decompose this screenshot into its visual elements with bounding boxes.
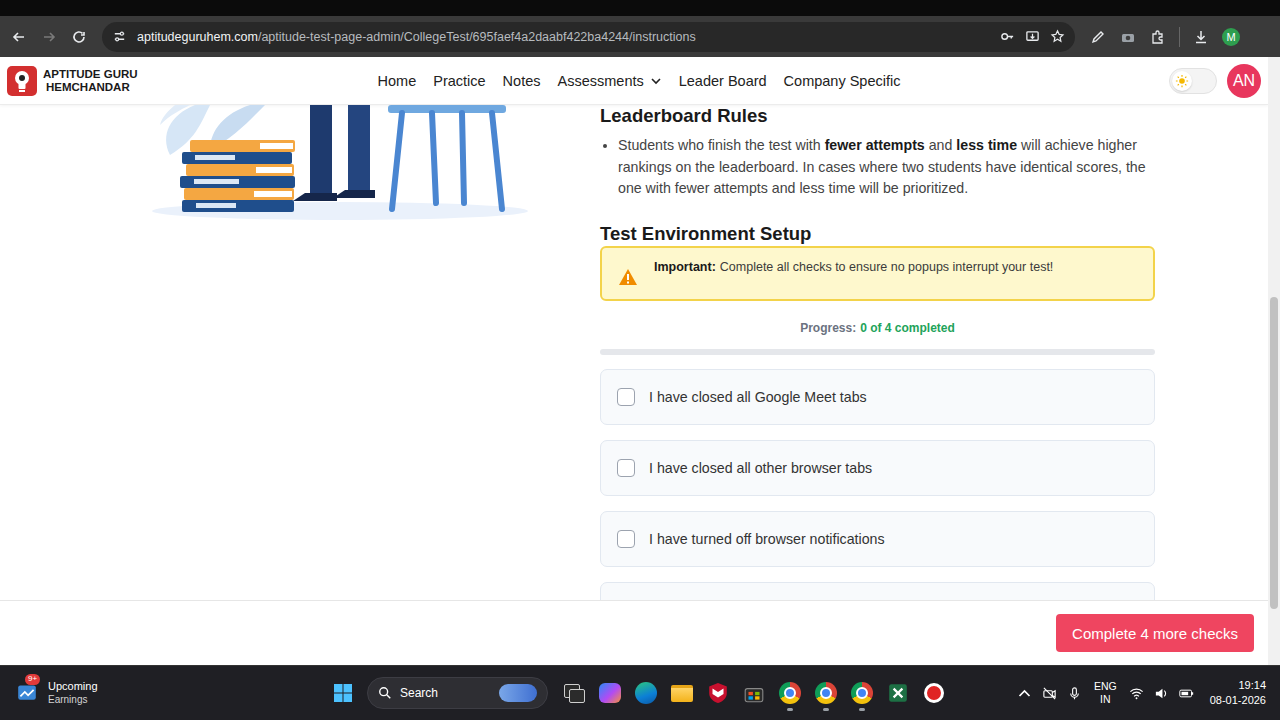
student-desk-illustration <box>150 105 530 225</box>
address-bar[interactable]: aptitudeguruhem.com/aptitude-test-page-a… <box>102 22 1075 52</box>
forward-arrow-icon[interactable] <box>41 29 57 45</box>
chevron-down-icon[interactable] <box>650 75 662 87</box>
warning-message: Complete all checks to ensure no popups … <box>720 260 1054 274</box>
copilot-icon[interactable] <box>592 673 628 713</box>
site-settings-icon[interactable] <box>112 29 127 44</box>
checklist-item[interactable]: I have turned off browser notifications <box>600 511 1155 567</box>
chevron-up-icon[interactable] <box>1017 686 1032 701</box>
sun-icon <box>1175 74 1189 88</box>
leaderboard-rules-title: Leaderboard Rules <box>600 105 1155 127</box>
windows-start-icon[interactable] <box>333 683 353 703</box>
download-icon[interactable] <box>1193 29 1209 45</box>
instructions-column: Leaderboard Rules Students who finish the… <box>600 105 1155 600</box>
notification-badge: 9+ <box>25 674 40 685</box>
progress-bar <box>600 349 1155 355</box>
camera-off-icon[interactable] <box>1042 686 1057 701</box>
nav-item[interactable]: Leader Board <box>679 73 767 89</box>
bookmark-star-icon[interactable] <box>1050 29 1065 44</box>
checklist: I have closed all Google Meet tabs I have… <box>600 369 1155 601</box>
complete-checks-button[interactable]: Complete 4 more checks <box>1056 614 1254 652</box>
checkbox[interactable] <box>617 530 635 548</box>
chrome-icon[interactable] <box>772 673 808 713</box>
progress-text: Progress:0 of 4 completed <box>600 321 1155 335</box>
store-icon[interactable] <box>736 673 772 713</box>
user-avatar[interactable]: AN <box>1227 64 1261 98</box>
profile-avatar[interactable]: M <box>1222 28 1240 46</box>
checklist-item[interactable] <box>600 582 1155 601</box>
key-icon[interactable] <box>1000 29 1015 44</box>
task-view-icon[interactable] <box>556 673 592 713</box>
toolbar-divider <box>1179 27 1180 47</box>
toggle-knob <box>1172 71 1192 91</box>
leaderboard-rule: Students who finish the test with fewer … <box>618 135 1155 200</box>
clock[interactable]: 19:1408-01-2026 <box>1210 678 1266 708</box>
site-header: APTITUDE GURUHEMCHANDAR Home Practice Notes… <box>0 57 1268 105</box>
search-icon <box>378 686 392 700</box>
chrome-icon[interactable] <box>808 673 844 713</box>
wifi-icon[interactable] <box>1129 686 1144 701</box>
extensions-icon[interactable] <box>1150 29 1166 45</box>
warning-triangle-icon <box>618 268 638 286</box>
web-page: APTITUDE GURUHEMCHANDAR Home Practice Notes… <box>0 57 1280 665</box>
warning-box: Important: Complete all checks to ensure … <box>600 246 1155 301</box>
page-main: APTITUDE GURUHEMCHANDAR Home Practice Notes… <box>0 57 1268 665</box>
taskbar-apps: Search <box>333 673 952 713</box>
taskbar-search[interactable]: Search <box>367 677 548 709</box>
theme-toggle[interactable] <box>1169 68 1217 94</box>
checkbox[interactable] <box>617 388 635 406</box>
lightbulb-logo-icon[interactable] <box>7 66 37 96</box>
warning-label: Important: <box>654 260 716 274</box>
nav-item[interactable]: Home <box>378 73 417 89</box>
main-nav: Home Practice Notes Assessments Leader Board… <box>368 73 901 89</box>
back-arrow-icon[interactable] <box>11 29 27 45</box>
scrollbar[interactable] <box>1268 57 1280 665</box>
excel-icon[interactable] <box>880 673 916 713</box>
illustration-column <box>0 105 600 600</box>
checkbox[interactable] <box>617 459 635 477</box>
browser-toolbar: aptitudeguruhem.com/aptitude-test-page-a… <box>0 16 1280 57</box>
taskbar: 9+UpcomingEarnings Search ENGIN 19:1408-01-… <box>0 665 1280 720</box>
logo-title: APTITUDE GURU <box>43 68 138 80</box>
instructions-content: Leaderboard Rules Students who finish the… <box>0 105 1268 600</box>
edge-icon[interactable] <box>628 673 664 713</box>
checklist-item[interactable]: I have closed all other browser tabs <box>600 440 1155 496</box>
nav-item[interactable]: Notes <box>503 73 541 89</box>
nav-item[interactable]: Assessments <box>558 73 662 89</box>
mcafee-icon[interactable] <box>700 673 736 713</box>
screen: aptitudeguruhem.com/aptitude-test-page-a… <box>0 0 1280 720</box>
battery-icon[interactable] <box>1179 686 1194 701</box>
leaderboard-rules-list: Students who finish the test with fewer … <box>600 135 1155 200</box>
recorder-icon[interactable] <box>916 673 952 713</box>
url-text[interactable]: aptitudeguruhem.com/aptitude-test-page-a… <box>137 30 990 44</box>
site-logo[interactable]: APTITUDE GURUHEMCHANDAR <box>0 66 368 96</box>
chrome-icon[interactable] <box>844 673 880 713</box>
system-tray: ENGIN 19:1408-01-2026 <box>952 678 1280 708</box>
weather-widget[interactable]: 9+UpcomingEarnings <box>0 680 333 705</box>
footer-bar: Complete 4 more checks <box>0 600 1268 665</box>
setup-title: Test Environment Setup <box>600 223 1155 245</box>
reload-icon[interactable] <box>71 29 87 45</box>
volume-icon[interactable] <box>1154 686 1169 701</box>
checklist-item[interactable]: I have closed all Google Meet tabs <box>600 369 1155 425</box>
tab-strip <box>0 0 1280 16</box>
search-highlight-icon <box>499 684 537 702</box>
pen-icon[interactable] <box>1090 29 1106 45</box>
nav-item[interactable]: Practice <box>433 73 485 89</box>
file-explorer-icon[interactable] <box>664 673 700 713</box>
microphone-icon[interactable] <box>1067 686 1082 701</box>
camera-icon[interactable] <box>1120 29 1136 45</box>
logo-subtitle: HEMCHANDAR <box>43 81 138 93</box>
nav-item[interactable]: Company Specific <box>784 73 901 89</box>
scrollbar-thumb[interactable] <box>1270 297 1278 609</box>
install-app-icon[interactable] <box>1025 29 1040 44</box>
input-language[interactable]: ENGIN <box>1094 680 1117 706</box>
